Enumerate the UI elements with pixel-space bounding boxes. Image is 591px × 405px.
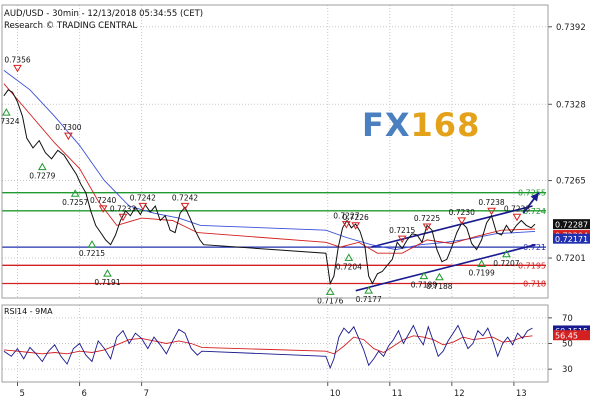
x-axis: 5 6 7 10 11 12 13 <box>17 382 527 399</box>
swing-low-label: 0.7215 <box>79 249 105 258</box>
swing-low-label: 0.7199 <box>468 268 494 277</box>
swing-low-label: 0.7188 <box>426 282 452 291</box>
x-tick-label: 7 <box>144 389 149 399</box>
swing-low-marker <box>37 162 47 171</box>
swing-high-label: 0.7233 <box>110 204 136 213</box>
rsi-title: RSI14 - 9MA <box>4 307 53 316</box>
swing-low-label: 0.7191 <box>94 278 120 287</box>
price-tick-label: 0.7392 <box>556 23 586 33</box>
fx168-logo: FX168 <box>362 106 480 144</box>
rsi-value-label: 56.45 <box>555 332 578 341</box>
swing-low-label: 0.7257 <box>62 198 88 207</box>
x-tick-label: 10 <box>330 389 341 399</box>
rsi-tick-label: 70 <box>562 314 573 324</box>
swing-high-label: 0.7215 <box>389 226 415 235</box>
ma-slow-line <box>3 70 536 251</box>
swing-low-label: 0.7204 <box>336 262 362 271</box>
logo-168: 168 <box>410 106 481 144</box>
swing-high-label: 0.7300 <box>55 123 81 132</box>
chart-title: AUD/USD - 30min - 12/13/2018 05:34:55 (C… <box>4 9 204 19</box>
level-label: 0.718 <box>523 279 546 288</box>
chart-source: Research © TRADING CENTRAL <box>4 21 138 31</box>
swing-low-label: 0.7177 <box>356 295 382 304</box>
swing-low-marker <box>87 240 97 248</box>
swing-high-marker <box>64 132 73 141</box>
level-label: 0.7195 <box>518 261 546 270</box>
price-tick-label: 0.7265 <box>556 177 586 187</box>
swing-high-label: 0.7238 <box>478 198 504 207</box>
price-tick-label: 0.7328 <box>556 100 586 110</box>
x-tick-label: 12 <box>454 389 465 399</box>
swing-low-label: 0.7207 <box>493 259 519 268</box>
swing-low-label: 0.7279 <box>29 172 55 181</box>
swing-low-marker <box>1 108 11 116</box>
x-tick-label: 5 <box>20 389 25 399</box>
price-tick-label: 0.7201 <box>556 254 586 264</box>
swing-low-marker <box>103 269 112 277</box>
x-tick-label: 13 <box>516 389 527 399</box>
logo-fx: FX <box>362 106 411 144</box>
rsi-tick-label: 30 <box>562 365 573 375</box>
swing-high-label: 0.7233 <box>504 204 530 213</box>
x-tick-label: 6 <box>82 389 87 399</box>
swing-high-label: 0.7242 <box>172 193 198 202</box>
rsi-series: RSI14 - 9MA <box>3 307 533 370</box>
swing-high-label: 0.7356 <box>4 55 30 64</box>
swing-high-label: 0.7226 <box>343 213 369 222</box>
swing-high-label: 0.7242 <box>130 193 156 202</box>
rsi-tick-label: 50 <box>562 340 573 350</box>
swing-high-marker <box>138 202 148 211</box>
chart-frame <box>1 4 549 383</box>
swing-high-marker <box>512 213 522 222</box>
rsi-line <box>3 324 533 370</box>
swing-low-label: 0.7324 <box>0 117 20 126</box>
price-box-label: 0.72287 <box>555 221 588 230</box>
trading-chart: 0.72550.7240.7210.71950.718 0.73560.7300… <box>0 0 591 405</box>
swing-high-label: 0.7225 <box>414 214 440 223</box>
swing-low-marker <box>325 287 335 295</box>
price-box-label: 0.72171 <box>555 235 588 244</box>
swing-high-label: 0.7230 <box>449 208 475 217</box>
swing-low-marker <box>344 253 354 261</box>
swing-low-marker <box>435 272 444 281</box>
x-tick-label: 11 <box>392 389 403 399</box>
